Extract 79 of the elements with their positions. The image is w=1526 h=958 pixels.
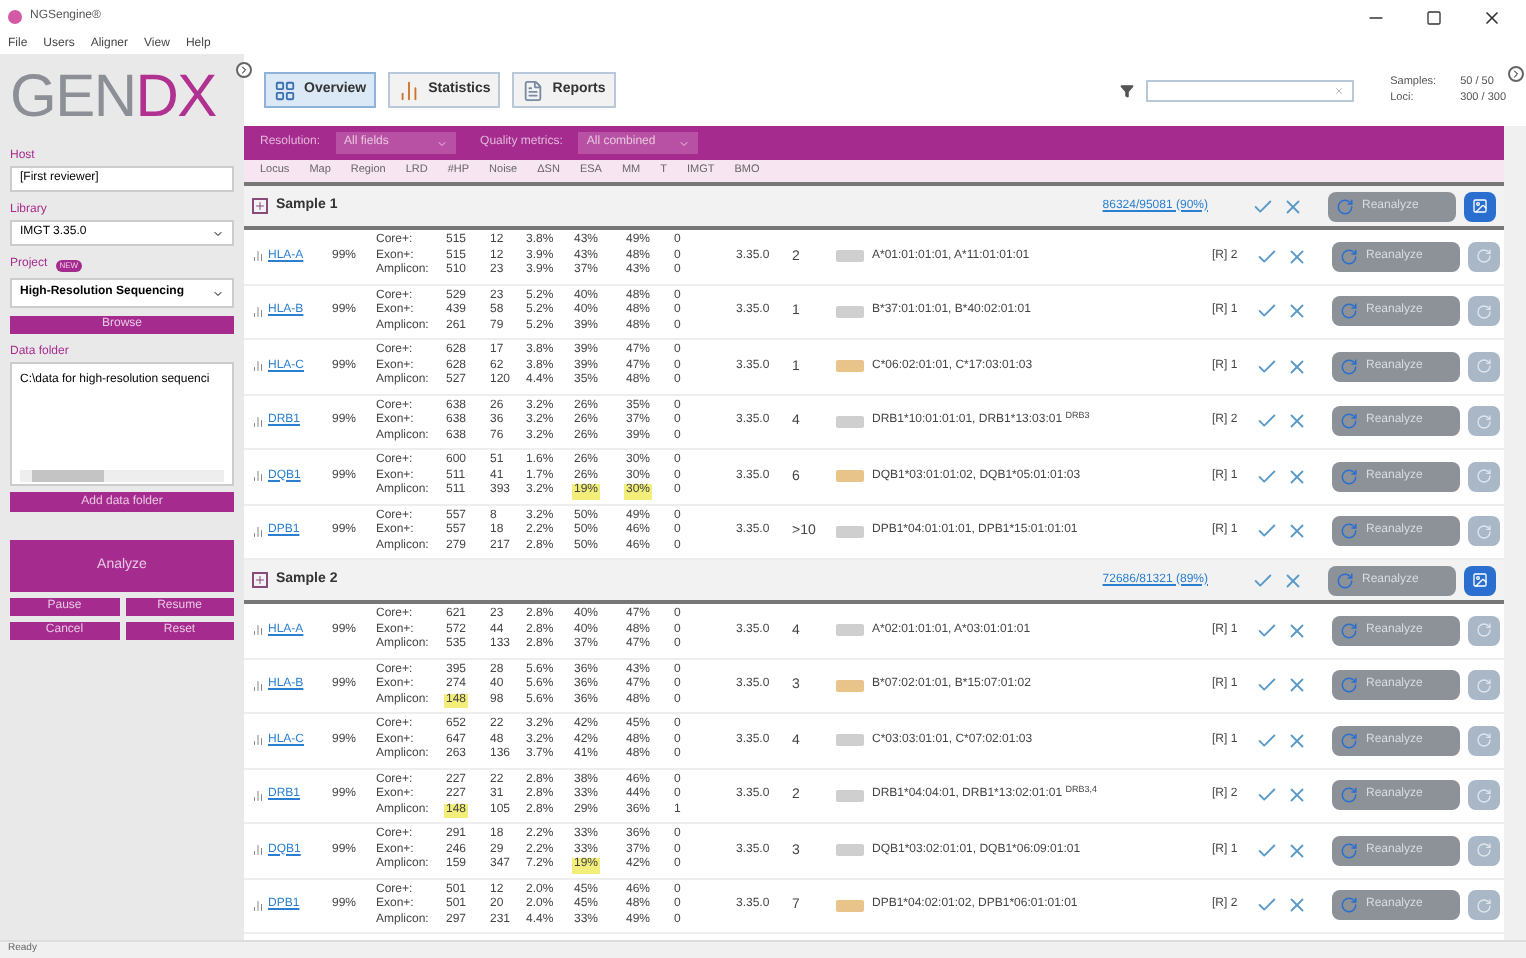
refresh-icon [1340, 357, 1358, 376]
settings-button[interactable] [1468, 406, 1500, 437]
check-icon[interactable] [1256, 245, 1278, 268]
refresh-icon [1340, 841, 1358, 860]
settings-button[interactable] [1468, 296, 1500, 327]
refresh-icon [1476, 358, 1492, 375]
chart-icon [252, 679, 264, 692]
image-icon [1472, 198, 1488, 214]
check-icon[interactable] [1256, 729, 1278, 752]
scrollbar[interactable] [20, 470, 224, 482]
refresh-icon [1340, 621, 1358, 640]
logo: GENDX [10, 62, 216, 134]
refresh-icon [1336, 571, 1354, 589]
chart-icon [252, 789, 264, 802]
refresh-icon [1476, 787, 1492, 804]
refresh-icon [1340, 412, 1358, 431]
bar-chart-icon [398, 79, 421, 101]
refresh-icon [1340, 896, 1358, 915]
check-icon[interactable] [1252, 195, 1274, 217]
check-icon[interactable] [1256, 839, 1278, 862]
dropdown-icon [212, 227, 224, 239]
settings-button[interactable] [1468, 241, 1500, 272]
refresh-icon [1476, 677, 1492, 694]
dropdown-icon [436, 137, 449, 149]
maximize-icon[interactable] [1426, 9, 1442, 25]
refresh-icon [1340, 676, 1358, 695]
chart-icon [252, 250, 264, 263]
chart-icon [252, 360, 264, 373]
settings-button[interactable] [1468, 516, 1500, 547]
refresh-icon [1476, 413, 1492, 430]
image-button[interactable] [1464, 191, 1496, 221]
grid-icon [274, 79, 296, 101]
refresh-icon [1476, 842, 1492, 859]
chart-icon [252, 899, 264, 912]
app-icon [8, 10, 22, 24]
check-icon[interactable] [1256, 355, 1278, 378]
chart-icon [252, 844, 264, 857]
refresh-icon [1476, 303, 1492, 320]
refresh-icon [1476, 732, 1492, 749]
check-icon[interactable] [1252, 569, 1274, 591]
settings-button[interactable] [1468, 890, 1500, 921]
check-icon[interactable] [1256, 619, 1278, 642]
settings-button[interactable] [1468, 615, 1500, 646]
filter-field[interactable] [1146, 79, 1355, 101]
filter-icon [1120, 83, 1135, 97]
settings-button[interactable] [1468, 725, 1500, 756]
close-icon[interactable] [1482, 7, 1502, 27]
chart-icon [252, 525, 264, 538]
settings-button[interactable] [1468, 780, 1500, 811]
settings-button[interactable] [1468, 351, 1500, 382]
check-icon[interactable] [1256, 465, 1278, 488]
chart-icon [252, 305, 264, 318]
refresh-icon [1340, 522, 1358, 541]
refresh-icon [1476, 897, 1492, 914]
chart-icon [252, 415, 264, 428]
refresh-icon [1476, 468, 1492, 485]
chart-icon [252, 734, 264, 747]
document-icon [522, 79, 545, 101]
refresh-icon [1340, 786, 1358, 805]
settings-button[interactable] [1468, 461, 1500, 492]
image-button[interactable] [1464, 565, 1496, 595]
refresh-icon [1336, 197, 1354, 215]
chart-icon [252, 624, 264, 637]
dropdown-icon [678, 137, 691, 149]
refresh-icon [1476, 523, 1492, 540]
refresh-icon [1476, 622, 1492, 639]
dropdown-icon [212, 287, 224, 299]
refresh-icon [1340, 467, 1358, 486]
settings-button[interactable] [1468, 835, 1500, 866]
settings-button[interactable] [1468, 670, 1500, 701]
refresh-icon [1476, 248, 1492, 265]
collapse-icon[interactable] [236, 62, 252, 78]
expand-icon[interactable] [252, 572, 268, 588]
image-icon [1472, 572, 1488, 588]
chart-icon [252, 470, 264, 483]
refresh-icon [1340, 302, 1358, 321]
expand-icon[interactable] [252, 198, 268, 214]
refresh-icon [1340, 731, 1358, 750]
refresh-icon [1340, 247, 1358, 266]
